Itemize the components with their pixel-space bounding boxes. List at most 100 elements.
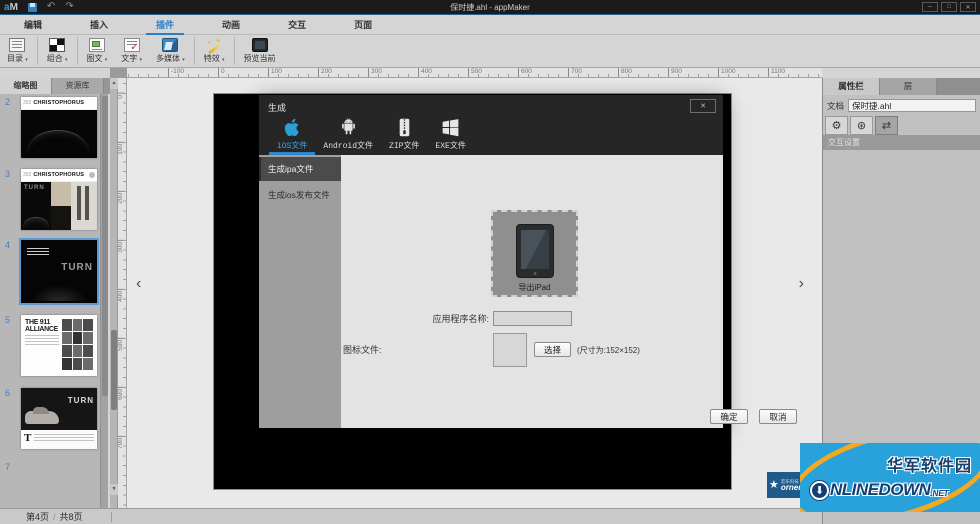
- prev-page-chevron[interactable]: ‹: [136, 276, 141, 292]
- page-number: 5: [5, 315, 10, 325]
- undo-icon[interactable]: ↶: [47, 2, 55, 12]
- zip-icon: [394, 117, 415, 138]
- app-name-label: 应用程序名称:: [343, 312, 493, 325]
- dialog-body: 导出iPad 应用程序名称: 图标文件: 选择 (尺寸为:152×152) 确定…: [341, 155, 723, 428]
- multimedia-button[interactable]: 多媒体 ▾: [149, 35, 192, 67]
- next-page-chevron[interactable]: ›: [799, 276, 804, 292]
- property-mode-buttons: ⚙ ⊛ ⇄: [823, 115, 980, 135]
- settings-gear-icon[interactable]: ⚙: [825, 116, 848, 135]
- page-number: 3: [5, 169, 10, 179]
- ruler-corner: [110, 68, 127, 78]
- maximize-button[interactable]: □: [941, 2, 957, 12]
- vertical-ruler-labels: 0100200300400500600700: [118, 78, 127, 508]
- current-page-indicator: 第4页: [26, 510, 49, 523]
- minimize-button[interactable]: ─: [922, 2, 938, 12]
- scrollbar-thumb[interactable]: [111, 330, 117, 410]
- text-button[interactable]: ✓ 文字 ▾: [114, 35, 149, 67]
- app-window: aM ↶ ↷ 保时捷.ahl - appMaker ─ □ ✕ 编辑 插入 插件…: [0, 0, 980, 524]
- tab-ios-file[interactable]: iOS文件: [269, 113, 315, 155]
- dialog-close-button[interactable]: ✕: [690, 99, 716, 113]
- choose-file-button[interactable]: 选择: [534, 342, 571, 357]
- icon-size-hint: (尺寸为:152×152): [577, 345, 640, 356]
- preview-current-button[interactable]: 预览当前: [237, 35, 283, 67]
- tablet-preview-icon: [252, 38, 268, 52]
- windows-icon: [440, 117, 461, 138]
- menu-tab-edit[interactable]: 编辑: [0, 16, 66, 35]
- scroll-up-icon[interactable]: ▲: [110, 78, 118, 89]
- tab-exe-file[interactable]: EXE文件: [427, 113, 473, 155]
- image-text-button[interactable]: 图文 ▾: [80, 35, 115, 67]
- android-icon: [338, 117, 359, 138]
- tab-android-file[interactable]: Android文件: [315, 113, 381, 155]
- tab-properties[interactable]: 属性栏: [823, 78, 880, 95]
- thumbnail-scrollbar[interactable]: [100, 94, 108, 508]
- menu-tab-interaction[interactable]: 交互: [264, 16, 330, 35]
- horizontal-ruler-labels: -100010020030040050060070080090010001100: [127, 68, 822, 78]
- thumbnail-page-5[interactable]: THE 911ALLIANCE: [21, 315, 97, 376]
- scroll-down-icon[interactable]: ▼: [110, 484, 118, 495]
- magic-wand-icon: ✦✦: [206, 38, 222, 52]
- ipad-icon: [516, 224, 554, 278]
- ipad-preview-label: 导出iPad: [493, 282, 576, 293]
- page-number: 4: [5, 240, 10, 250]
- thumbnail-page-3[interactable]: 352CHRISTOPHORUS TURN: [21, 169, 97, 230]
- tab-resource-library[interactable]: 资源库: [52, 78, 104, 94]
- thumbnail-page-4-selected[interactable]: TURN: [21, 240, 97, 303]
- catalog-icon: [9, 38, 25, 52]
- icon-file-label: 图标文件:: [343, 343, 493, 356]
- multimedia-icon: [162, 38, 178, 52]
- page-number: 2: [5, 97, 10, 107]
- close-button[interactable]: ✕: [960, 2, 976, 12]
- group-icon: [49, 38, 65, 52]
- generate-dialog: 生成 ✕ iOS文件 Android文件 ZIP文件 EXE文件: [259, 95, 723, 428]
- onlinedown-watermark: 华军软件园 ⬇ NLINEDOWN .NET: [800, 443, 980, 512]
- dialog-side-nav: 生成ipa文件 生成ios发布文件: [259, 155, 341, 428]
- tab-layers[interactable]: 层: [880, 78, 937, 95]
- ipad-preview-box[interactable]: 导出iPad: [491, 210, 578, 297]
- interaction-arrows-icon[interactable]: ⇄: [875, 116, 898, 135]
- animation-wheel-icon[interactable]: ⊛: [850, 116, 873, 135]
- menu-bar: 编辑 插入 插件 动画 交互 页面: [0, 16, 980, 35]
- apple-icon: [282, 117, 303, 138]
- document-name-input[interactable]: 保时捷.ahl: [848, 99, 976, 112]
- star-icon: ★: [769, 480, 779, 491]
- ribbon-toolbar: 目录 ▾ 组合 ▾ 图文 ▾ ✓ 文字 ▾ 多媒体 ▾ ✦✦ 特效 ▾ 预览当前: [0, 35, 980, 68]
- page-number: 7: [5, 462, 10, 472]
- watermark-brand: ⬇ NLINEDOWN .NET: [810, 480, 949, 500]
- redo-icon[interactable]: ↷: [65, 2, 73, 12]
- menu-tab-page[interactable]: 页面: [330, 16, 396, 35]
- nav-generate-ios-release[interactable]: 生成ios发布文件: [259, 183, 341, 207]
- text-icon: ✓: [124, 38, 140, 52]
- document-label: 文档: [827, 100, 844, 112]
- tab-thumbnails[interactable]: 缩略图: [0, 78, 52, 94]
- ok-button[interactable]: 确定: [710, 409, 748, 424]
- app-name-input[interactable]: [493, 311, 572, 326]
- total-pages-indicator: 共8页: [60, 510, 83, 523]
- icon-file-preview: [493, 333, 527, 367]
- tab-zip-file[interactable]: ZIP文件: [381, 113, 427, 155]
- thumbnail-page-2[interactable]: 352CHRISTOPHORUS: [21, 97, 97, 158]
- image-text-icon: [89, 38, 105, 52]
- group-button[interactable]: 组合 ▾: [40, 35, 75, 67]
- interaction-settings-header: 交互设置: [823, 135, 980, 150]
- right-panel-tabs: 属性栏 层: [823, 78, 980, 95]
- save-icon[interactable]: [28, 3, 37, 12]
- dialog-header: 生成 ✕ iOS文件 Android文件 ZIP文件 EXE文件: [259, 95, 723, 155]
- status-bar: 第4页 / 共8页: [0, 508, 822, 524]
- catalog-button[interactable]: 目录 ▾: [0, 35, 35, 67]
- thumbnail-page-6[interactable]: TURN T: [21, 388, 97, 449]
- cancel-button[interactable]: 取消: [759, 409, 797, 424]
- watermark-site-name: 华军软件园: [887, 452, 972, 476]
- title-bar: aM ↶ ↷ 保时捷.ahl - appMaker ─ □ ✕: [0, 0, 980, 15]
- menu-tab-animation[interactable]: 动画: [198, 16, 264, 35]
- effects-button[interactable]: ✦✦ 特效 ▾: [197, 35, 232, 67]
- nav-generate-ipa[interactable]: 生成ipa文件: [259, 157, 341, 181]
- menu-tab-insert[interactable]: 插入: [66, 16, 132, 35]
- download-arrow-icon: ⬇: [810, 481, 829, 500]
- canvas-vertical-scrollbar[interactable]: ▲ ▼: [110, 78, 118, 508]
- dialog-tabs: iOS文件 Android文件 ZIP文件 EXE文件: [269, 113, 474, 155]
- thumbnail-list: 2 352CHRISTOPHORUS 3 352CHRISTOPHORUS TU…: [0, 94, 100, 508]
- app-logo: aM: [4, 2, 18, 13]
- window-title: 保时捷.ahl - appMaker: [0, 2, 980, 13]
- menu-tab-plugin[interactable]: 插件: [132, 16, 198, 35]
